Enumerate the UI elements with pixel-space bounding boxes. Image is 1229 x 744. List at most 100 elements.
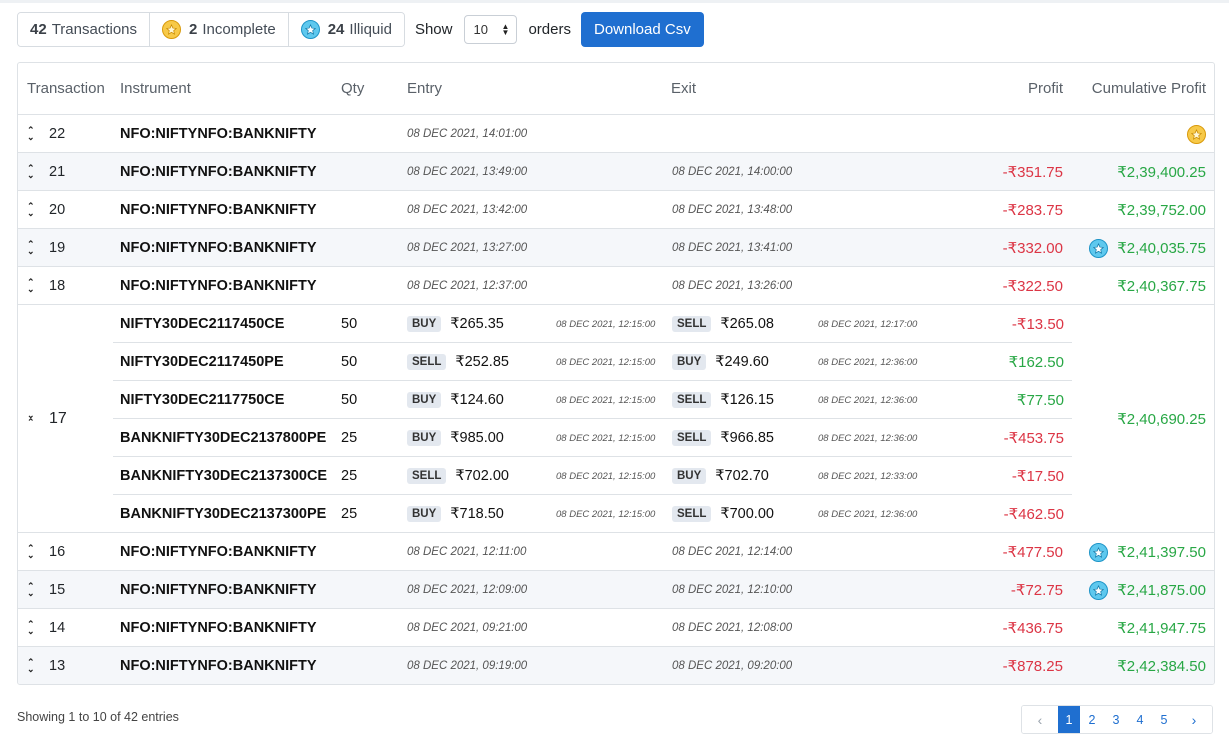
instrument-name: NFO:NIFTYNFO:BANKNIFTY [120, 164, 317, 180]
cumulative-profit-value: ₹2,41,397.50 [1117, 544, 1206, 561]
header-entry[interactable]: Entry [407, 80, 442, 97]
header-exit[interactable]: Exit [671, 80, 696, 97]
header-profit[interactable]: Profit [1028, 80, 1063, 97]
row-expand-toggle[interactable]: ⌃ ⌄ 16 [27, 533, 67, 571]
entry-side-badge: BUY [407, 392, 442, 408]
top-divider [0, 0, 1229, 3]
toolbar: 42 Transactions 2 Incomplete 24 Illiquid… [17, 12, 704, 47]
page-size-select[interactable]: 10 ▲ ▼ [464, 15, 518, 44]
header-instrument[interactable]: Instrument [120, 80, 191, 97]
show-label: Show [414, 21, 453, 38]
expand-chevron-icon: ⌃ ⌄ [27, 201, 35, 218]
header-transaction[interactable]: Transaction [27, 80, 105, 97]
incomplete-filter-button[interactable]: 2 Incomplete [150, 13, 289, 46]
page-button-4[interactable]: 4 [1128, 706, 1152, 733]
exit-time: 08 DEC 2021, 13:41:00 [672, 242, 793, 254]
cumulative-profit-value: ₹2,39,752.00 [1117, 202, 1206, 219]
illiquid-marker [1089, 229, 1108, 267]
exit-time: 08 DEC 2021, 13:26:00 [672, 280, 793, 292]
leg-instrument: NIFTY30DEC2117450CE [120, 316, 285, 332]
profit-value: -₹322.50 [1002, 278, 1063, 295]
exit-time: 08 DEC 2021, 12:33:00 [818, 470, 918, 482]
exit-time: 08 DEC 2021, 14:00:00 [672, 166, 793, 178]
leg-profit: ₹162.50 [1008, 354, 1064, 371]
profit-value: -₹72.75 [1010, 582, 1063, 599]
entry-price: ₹702.00 [455, 468, 509, 484]
transactions-label: Transactions [51, 21, 137, 38]
header-qty[interactable]: Qty [341, 80, 364, 97]
profit-value: -₹477.50 [1002, 544, 1063, 561]
page-button-1[interactable]: 1 [1058, 706, 1080, 733]
star-gold-icon [162, 20, 181, 39]
transaction-id: 21 [49, 164, 66, 180]
row-expand-toggle[interactable]: ⌃ ⌄ 14 [27, 609, 67, 647]
row-expand-toggle[interactable]: ⌃ ⌄ 15 [27, 571, 67, 609]
row-expand-toggle[interactable]: ⌃ ⌄ 18 [27, 267, 67, 305]
transactions-table: Transaction Instrument Qty Entry Exit Pr… [17, 62, 1215, 685]
table-row[interactable]: ⌃ ⌄ 14 NFO:NIFTYNFO:BANKNIFTY 08 DEC 2021, 0… [18, 609, 1214, 647]
table-row[interactable]: ⌃ ⌄ 13 NFO:NIFTYNFO:BANKNIFTY 08 DEC 2021, 0… [18, 647, 1214, 684]
instrument-name: NFO:NIFTYNFO:BANKNIFTY [120, 620, 317, 636]
table-row[interactable]: ⌃ ⌄ 15 NFO:NIFTYNFO:BANKNIFTY 08 DEC 2021, 1… [18, 571, 1214, 609]
expand-chevron-icon: ⌃ ⌄ [27, 163, 35, 180]
expand-chevron-icon: ⌃ ⌄ [27, 125, 35, 142]
table-row[interactable]: ⌃ ⌄ 22 NFO:NIFTYNFO:BANKNIFTY 08 DEC 2021, 1… [18, 115, 1214, 153]
illiquid-filter-button[interactable]: 24 Illiquid [288, 13, 404, 46]
star-blue-icon [300, 20, 320, 39]
exit-time: 08 DEC 2021, 12:10:00 [672, 584, 793, 596]
exit-price: ₹702.70 [715, 468, 769, 484]
transaction-id: 18 [49, 278, 66, 294]
star-blue-icon [1089, 238, 1108, 258]
leg-instrument: NIFTY30DEC2117450PE [120, 354, 284, 370]
table-header: Transaction Instrument Qty Entry Exit Pr… [18, 63, 1214, 115]
transaction-id: 19 [49, 240, 66, 256]
page-button-2[interactable]: 2 [1080, 706, 1104, 733]
table-row[interactable]: ⌃ ⌄ 16 NFO:NIFTYNFO:BANKNIFTY 08 DEC 2021, 1… [18, 533, 1214, 571]
expand-chevron-icon: ⌃ ⌄ [27, 239, 35, 256]
exit-side-badge: BUY [672, 354, 707, 370]
instrument-name: NFO:NIFTYNFO:BANKNIFTY [120, 126, 317, 142]
table-row[interactable]: ⌃ ⌄ 20 NFO:NIFTYNFO:BANKNIFTY 08 DEC 2021, 1… [18, 191, 1214, 229]
page-button-3[interactable]: 3 [1104, 706, 1128, 733]
star-blue-icon [1089, 542, 1108, 562]
stats-button-group: 42 Transactions 2 Incomplete 24 Illiquid [17, 12, 405, 47]
row-expand-toggle[interactable]: ⌃ ⌄ 19 [27, 229, 67, 267]
collapse-chevron-icon: ⌄ ⌃ [27, 410, 35, 427]
entry-time: 08 DEC 2021, 12:15:00 [556, 394, 656, 406]
transactions-count: 42 [30, 21, 47, 38]
leg-row: NIFTY30DEC2117450PE 50 SELL ₹252.85 08 DEC 2… [113, 343, 1072, 381]
exit-time: 08 DEC 2021, 12:36:00 [818, 432, 918, 444]
transactions-filter-button[interactable]: 42 Transactions [18, 13, 150, 46]
profit-value: -₹878.25 [1002, 658, 1063, 675]
download-csv-button[interactable]: Download Csv [581, 12, 704, 47]
header-cumulative-profit[interactable]: Cumulative Profit [1092, 80, 1206, 97]
row-expand-toggle[interactable]: ⌃ ⌄ 13 [27, 647, 67, 684]
cumulative-profit-value: ₹2,40,367.75 [1117, 278, 1206, 295]
illiquid-marker [1089, 571, 1108, 609]
leg-profit: -₹453.75 [1003, 430, 1064, 447]
table-row[interactable]: ⌃ ⌄ 18 NFO:NIFTYNFO:BANKNIFTY 08 DEC 2021, 1… [18, 267, 1214, 305]
incomplete-label: Incomplete [202, 21, 276, 38]
exit-side-badge: SELL [672, 506, 712, 522]
row-expand-toggle[interactable]: ⌃ ⌄ 21 [27, 153, 67, 191]
exit-time: 08 DEC 2021, 12:08:00 [672, 622, 793, 634]
table-row[interactable]: ⌃ ⌄ 19 NFO:NIFTYNFO:BANKNIFTY 08 DEC 2021, 1… [18, 229, 1214, 267]
entry-time: 08 DEC 2021, 12:15:00 [556, 356, 656, 368]
leg-qty: 25 [341, 430, 358, 446]
row-expand-toggle[interactable]: ⌃ ⌄ 20 [27, 191, 67, 229]
group-expand-toggle[interactable]: ⌄ ⌃ 17 [27, 400, 67, 438]
entry-price: ₹124.60 [450, 392, 504, 408]
entry-side-badge: BUY [407, 430, 442, 446]
table-row[interactable]: ⌃ ⌄ 21 NFO:NIFTYNFO:BANKNIFTY 08 DEC 2021, 1… [18, 153, 1214, 191]
exit-side-badge: SELL [672, 430, 712, 446]
entry-side-badge: BUY [407, 316, 442, 332]
row-expand-toggle[interactable]: ⌃ ⌄ 22 [27, 115, 67, 153]
expand-chevron-icon: ⌃ ⌄ [27, 277, 35, 294]
entry-time: 08 DEC 2021, 12:37:00 [407, 280, 528, 292]
prev-page-button[interactable]: ‹ [1022, 706, 1058, 733]
leg-profit: -₹462.50 [1003, 506, 1064, 523]
entry-side-badge: SELL [407, 354, 447, 370]
next-page-button[interactable]: › [1176, 706, 1212, 733]
entry-time: 08 DEC 2021, 12:11:00 [407, 546, 527, 558]
page-button-5[interactable]: 5 [1152, 706, 1176, 733]
